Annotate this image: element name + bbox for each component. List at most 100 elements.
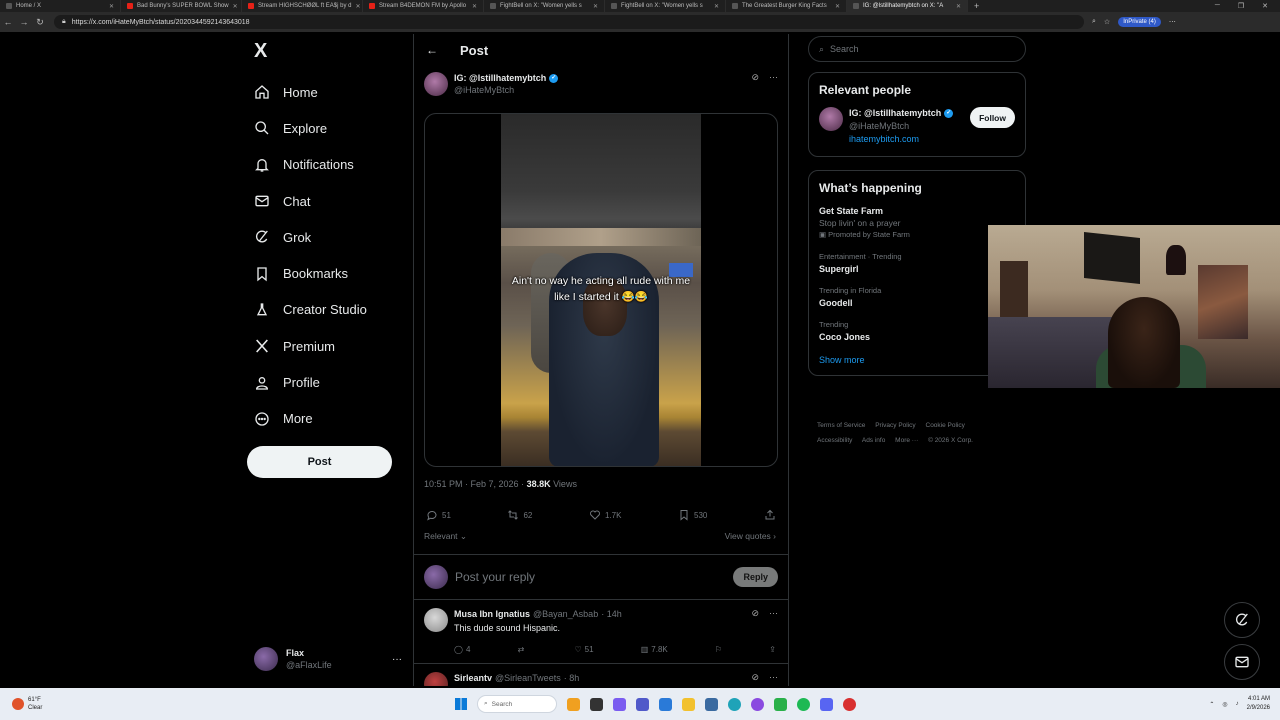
taskbar-search[interactable]: ⌕ Search	[477, 695, 557, 713]
view-quotes-link[interactable]: View quotes ›	[725, 531, 776, 542]
edge-icon[interactable]	[728, 697, 741, 711]
windows-start-icon[interactable]	[455, 698, 467, 710]
browser-tab[interactable]: The Greatest Burger King Facts ✕	[726, 0, 847, 12]
repost-button[interactable]: ⇄	[518, 645, 528, 654]
spotify-icon[interactable]	[797, 697, 810, 711]
grok-icon[interactable]: ⊘	[751, 608, 759, 619]
grok-icon[interactable]: ⊘	[751, 672, 759, 683]
browser-tab[interactable]: Stream B4DEMON FM by Apollo ✕	[363, 0, 484, 12]
footer-link[interactable]: Terms of Service	[817, 422, 865, 429]
reply-time[interactable]: · 8h	[564, 673, 580, 683]
person-handle[interactable]: @iHateMyBtch	[849, 120, 953, 133]
footer-link[interactable]: Cookie Policy	[926, 422, 965, 429]
repost-button[interactable]: 62	[507, 509, 532, 521]
forward-icon[interactable]: →	[16, 17, 32, 27]
close-tab-icon[interactable]: ✕	[589, 3, 598, 10]
browser-tab[interactable]: Home / X ✕	[0, 0, 121, 12]
grok-icon[interactable]: ⊘	[751, 72, 759, 83]
close-tab-icon[interactable]: ✕	[351, 3, 360, 10]
nav-item-home[interactable]: Home	[252, 74, 367, 110]
video-player[interactable]: Ain't no way he acting all rude with me …	[501, 114, 701, 466]
reply-author-handle[interactable]: @SirleanTweets	[495, 673, 561, 683]
person-name[interactable]: IG: @lstillhatemybtch	[849, 107, 941, 120]
nav-item-explore[interactable]: Explore	[252, 110, 367, 146]
sort-dropdown[interactable]: Relevant ⌄	[424, 531, 467, 542]
footer-link[interactable]: Accessibility	[817, 437, 852, 444]
more-dots-icon[interactable]: ···	[769, 72, 778, 83]
reply-submit-button[interactable]: Reply	[733, 567, 778, 587]
bookmark-button[interactable]: ⚐	[715, 645, 722, 654]
follow-button[interactable]: Follow	[970, 107, 1015, 128]
close-window-icon[interactable]: ✕	[1262, 2, 1268, 10]
reply-button[interactable]: 51	[426, 509, 451, 521]
close-tab-icon[interactable]: ✕	[831, 3, 840, 10]
reply-input[interactable]: Post your reply	[455, 570, 535, 584]
reply-item[interactable]: Sirleantv @SirleanTweets · 8h ⊘ ···	[414, 664, 788, 686]
nav-item-more[interactable]: More	[252, 401, 367, 437]
post-media[interactable]: Ain't no way he acting all rude with me …	[424, 113, 778, 467]
x-logo-icon[interactable]: X	[254, 40, 267, 63]
browser-tab[interactable]: Bad Bunny's SUPER BOWL Show ✕	[121, 0, 242, 12]
calculator-icon[interactable]	[705, 697, 718, 711]
file-icon[interactable]	[590, 697, 603, 711]
refresh-icon[interactable]: ↻	[32, 17, 48, 28]
network-icon[interactable]: ◎	[1222, 701, 1227, 708]
avatar[interactable]	[819, 107, 843, 131]
nav-item-creator-studio[interactable]: Creator Studio	[252, 292, 367, 328]
volume-icon[interactable]: ♪	[1236, 701, 1239, 707]
close-tab-icon[interactable]: ✕	[952, 3, 961, 10]
post-button[interactable]: Post	[247, 446, 392, 478]
reply-item[interactable]: Musa Ibn Ignatius @Bayan_Asbab · 14h ⊘ ··…	[414, 600, 788, 664]
like-button[interactable]: 1.7K	[589, 509, 621, 521]
share-button[interactable]	[764, 509, 776, 521]
avatar[interactable]	[424, 608, 448, 632]
favorite-star-icon[interactable]: ☆	[1104, 18, 1110, 26]
minimize-icon[interactable]: ─	[1215, 2, 1220, 10]
account-switcher[interactable]: Flax @aFlaxLife ···	[254, 644, 402, 674]
views-button[interactable]: ▥ 7.8K	[641, 645, 668, 654]
bookmark-button[interactable]: 530	[678, 509, 707, 521]
inprivate-badge[interactable]: InPrivate (4)	[1118, 17, 1161, 27]
back-icon[interactable]: ←	[0, 17, 16, 27]
reply-author-name[interactable]: Sirleantv	[454, 673, 492, 683]
more-dots-icon[interactable]: ···	[392, 654, 402, 665]
reply-button[interactable]: ◯ 4	[454, 645, 470, 654]
search-input[interactable]: ⌕ Search	[808, 36, 1026, 62]
post-timestamp[interactable]: 10:51 PM · Feb 7, 2026 ·	[424, 479, 527, 489]
copilot-icon[interactable]	[613, 697, 626, 711]
folder-icon[interactable]	[682, 697, 695, 711]
maximize-icon[interactable]: ❐	[1238, 2, 1244, 10]
nav-item-bookmarks[interactable]: Bookmarks	[252, 255, 367, 291]
nav-item-profile[interactable]: Profile	[252, 364, 367, 400]
footer-link[interactable]: Ads info	[862, 437, 886, 444]
url-field[interactable]: 🔒︎ https://x.com/iHateMyBtch/status/2020…	[54, 15, 1084, 29]
nav-item-chat[interactable]: Chat	[252, 183, 367, 219]
chevron-up-icon[interactable]: ⌃	[1209, 701, 1214, 708]
clock[interactable]: 4:01 AM 2/9/2026	[1247, 695, 1270, 713]
share-button[interactable]: ⇪	[769, 645, 776, 654]
footer-link[interactable]: More ···	[895, 437, 918, 444]
nav-item-grok[interactable]: Grok	[252, 219, 367, 255]
new-tab-icon[interactable]: +	[968, 1, 985, 11]
avatar[interactable]	[424, 672, 448, 686]
author-handle[interactable]: @iHateMyBtch	[454, 84, 558, 96]
close-tab-icon[interactable]: ✕	[468, 3, 477, 10]
messages-fab-button[interactable]	[1224, 644, 1260, 680]
more-dots-icon[interactable]: ···	[769, 608, 778, 619]
close-tab-icon[interactable]: ✕	[710, 3, 719, 10]
close-tab-icon[interactable]: ✕	[229, 3, 238, 10]
close-tab-icon[interactable]: ✕	[105, 3, 114, 10]
grok-fab-button[interactable]	[1224, 602, 1260, 638]
browser-tab[interactable]: FightBell on X: "Women yells s ✕	[605, 0, 726, 12]
reply-author-name[interactable]: Musa Ibn Ignatius	[454, 609, 530, 619]
browser-tab[interactable]: Stream HIGHSCHØØL ft EA$j by d ✕	[242, 0, 363, 12]
app-icon[interactable]	[843, 697, 856, 711]
widgets-icon[interactable]	[567, 697, 580, 711]
reply-author-handle[interactable]: @Bayan_Asbab	[533, 609, 598, 619]
avatar[interactable]	[424, 72, 448, 96]
nav-item-notifications[interactable]: Notifications	[252, 147, 367, 183]
discord-icon[interactable]	[820, 697, 833, 711]
browser-menu-icon[interactable]: ⋯	[1169, 18, 1176, 26]
weather-widget[interactable]: 61°F Clear	[0, 696, 140, 712]
browser-tab[interactable]: FightBell on X: "Women yells s ✕	[484, 0, 605, 12]
